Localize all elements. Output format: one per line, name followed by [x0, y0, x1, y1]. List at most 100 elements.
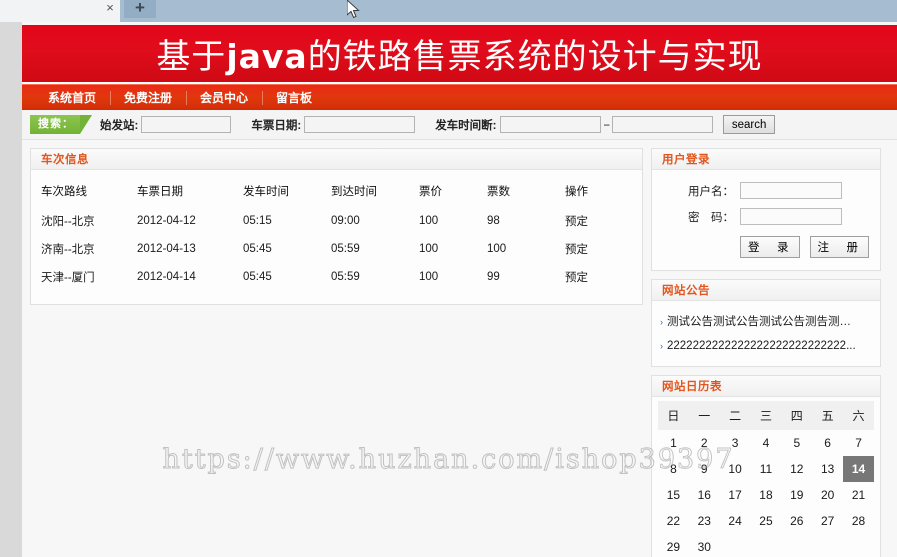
train-table-head: 车次路线 车票日期 发车时间 到达时间 票价 票数 操作 [41, 178, 632, 208]
calendar-day[interactable]: 2 [689, 430, 720, 456]
col-header-price: 票价 [419, 186, 442, 198]
cell-arrive: 05:59 [331, 271, 360, 283]
banner-title-prefix: 基于 [156, 37, 227, 77]
content-area: 车次信息 车次路线 车票日期 发车时间 到达时间 票价 票数 操作 沈阳--北京… [22, 140, 897, 557]
new-tab-button[interactable]: + [124, 0, 156, 18]
calendar-week-row: 22 23 24 25 26 27 28 [658, 508, 874, 534]
browser-chrome: × + [0, 0, 897, 22]
banner-title-latin: java [226, 37, 308, 76]
calendar-day[interactable]: 27 [812, 508, 843, 534]
train-info-panel-title: 车次信息 [41, 154, 89, 166]
weekday-sun: 日 [667, 409, 680, 423]
password-label: 密 码： [688, 211, 734, 224]
nav-item-member-center[interactable]: 会员中心 [186, 86, 262, 110]
calendar-panel-body: 日 一 二 三 四 五 六 1 2 3 4 5 6 7 8 9 10 11 12… [652, 397, 880, 557]
origin-station-input[interactable] [141, 116, 232, 133]
calendar-day[interactable]: 29 [658, 534, 689, 557]
calendar-day[interactable]: 22 [658, 508, 689, 534]
cell-route: 济南--北京 [41, 244, 95, 256]
search-field-depart-range: 发车时间断: -- [435, 116, 713, 133]
login-row-username: 用户名： [662, 182, 870, 199]
depart-time-from-input[interactable] [499, 116, 601, 133]
train-info-panel-header: 车次信息 [31, 149, 642, 170]
browser-tab-active[interactable] [0, 0, 120, 22]
weekday-mon: 一 [698, 409, 711, 423]
calendar-day[interactable]: 20 [812, 482, 843, 508]
calendar-day[interactable]: 17 [720, 482, 751, 508]
table-header-row: 车次路线 车票日期 发车时间 到达时间 票价 票数 操作 [41, 178, 632, 208]
calendar-day-today[interactable]: 14 [843, 456, 874, 482]
calendar-day[interactable]: 7 [843, 430, 874, 456]
calendar-day[interactable]: 12 [781, 456, 812, 482]
nav-item-message-board[interactable]: 留言板 [262, 86, 326, 110]
calendar-day[interactable]: 16 [689, 482, 720, 508]
book-button[interactable]: 预定 [565, 208, 632, 236]
calendar-day[interactable]: 25 [751, 508, 782, 534]
search-bar: 搜索： 始发站: 车票日期: 发车时间断: -- search [22, 110, 897, 140]
calendar-day [812, 534, 843, 557]
nav-item-home[interactable]: 系统首页 [34, 86, 110, 110]
password-field[interactable] [740, 208, 842, 225]
calendar-day[interactable]: 26 [781, 508, 812, 534]
ticket-date-input[interactable] [304, 116, 416, 133]
calendar-day[interactable]: 15 [658, 482, 689, 508]
chevron-right-icon: › [660, 341, 663, 351]
login-actions: 登 录 注 册 [662, 236, 870, 258]
col-header-action: 操作 [565, 186, 588, 198]
cell-route: 天津--厦门 [41, 272, 95, 284]
book-button[interactable]: 预定 [565, 264, 632, 292]
cell-date: 2012-04-14 [137, 271, 196, 283]
calendar-day[interactable]: 4 [751, 430, 782, 456]
calendar-day[interactable]: 13 [812, 456, 843, 482]
calendar-day[interactable]: 6 [812, 430, 843, 456]
search-tag-label: 搜索： [30, 115, 92, 134]
calendar-day[interactable]: 30 [689, 534, 720, 557]
cell-route: 沈阳--北京 [41, 216, 95, 228]
calendar-day [720, 534, 751, 557]
nav-item-register[interactable]: 免费注册 [110, 86, 186, 110]
weekday-tue: 二 [729, 409, 742, 423]
calendar-week-row: 29 30 [658, 534, 874, 557]
calendar-week-row: 8 9 10 11 12 13 14 [658, 456, 874, 482]
calendar-day[interactable]: 9 [689, 456, 720, 482]
calendar-week-row: 15 16 17 18 19 20 21 [658, 482, 874, 508]
calendar-day[interactable]: 19 [781, 482, 812, 508]
train-info-panel: 车次信息 车次路线 车票日期 发车时间 到达时间 票价 票数 操作 沈阳--北京… [30, 148, 643, 305]
calendar-day[interactable]: 8 [658, 456, 689, 482]
calendar-day[interactable]: 23 [689, 508, 720, 534]
col-header-arrive: 到达时间 [331, 186, 377, 198]
train-table-body: 沈阳--北京 2012-04-12 05:15 09:00 100 98 预定 [41, 208, 632, 292]
list-item[interactable]: › 2222222222222222222222222222... [660, 335, 872, 358]
page-title: 基于java的铁路售票系统的设计与实现 [22, 29, 897, 78]
col-header-date: 车票日期 [137, 186, 183, 198]
calendar-day[interactable]: 18 [751, 482, 782, 508]
book-button[interactable]: 预定 [565, 236, 632, 264]
search-field-origin: 始发站: [100, 116, 232, 133]
calendar-day[interactable]: 1 [658, 430, 689, 456]
weekday-wed: 三 [759, 409, 772, 423]
calendar-week-row: 1 2 3 4 5 6 7 [658, 430, 874, 456]
register-button[interactable]: 注 册 [809, 236, 869, 258]
notice-panel-header: 网站公告 [652, 280, 880, 301]
cell-arrive: 05:59 [331, 243, 360, 255]
calendar-day[interactable]: 10 [720, 456, 751, 482]
calendar-day[interactable]: 21 [843, 482, 874, 508]
login-panel-title: 用户登录 [662, 154, 710, 166]
calendar-day[interactable]: 5 [781, 430, 812, 456]
calendar-day[interactable]: 28 [843, 508, 874, 534]
search-button[interactable]: search [722, 115, 776, 134]
calendar-day[interactable]: 11 [751, 456, 782, 482]
username-field[interactable] [740, 182, 842, 199]
close-icon[interactable]: × [103, 1, 117, 15]
login-button[interactable]: 登 录 [740, 236, 800, 258]
notice-text: 2222222222222222222222222222... [667, 340, 856, 352]
cell-depart: 05:15 [243, 215, 272, 227]
cell-tickets: 100 [487, 243, 507, 255]
calendar-day [781, 534, 812, 557]
notice-panel-title: 网站公告 [662, 285, 710, 297]
list-item[interactable]: › 测试公告测试公告测试公告测告测… [660, 308, 872, 335]
calendar-day[interactable]: 24 [720, 508, 751, 534]
tab-strip: × + [0, 0, 897, 22]
depart-time-to-input[interactable] [611, 116, 713, 133]
calendar-day[interactable]: 3 [720, 430, 751, 456]
